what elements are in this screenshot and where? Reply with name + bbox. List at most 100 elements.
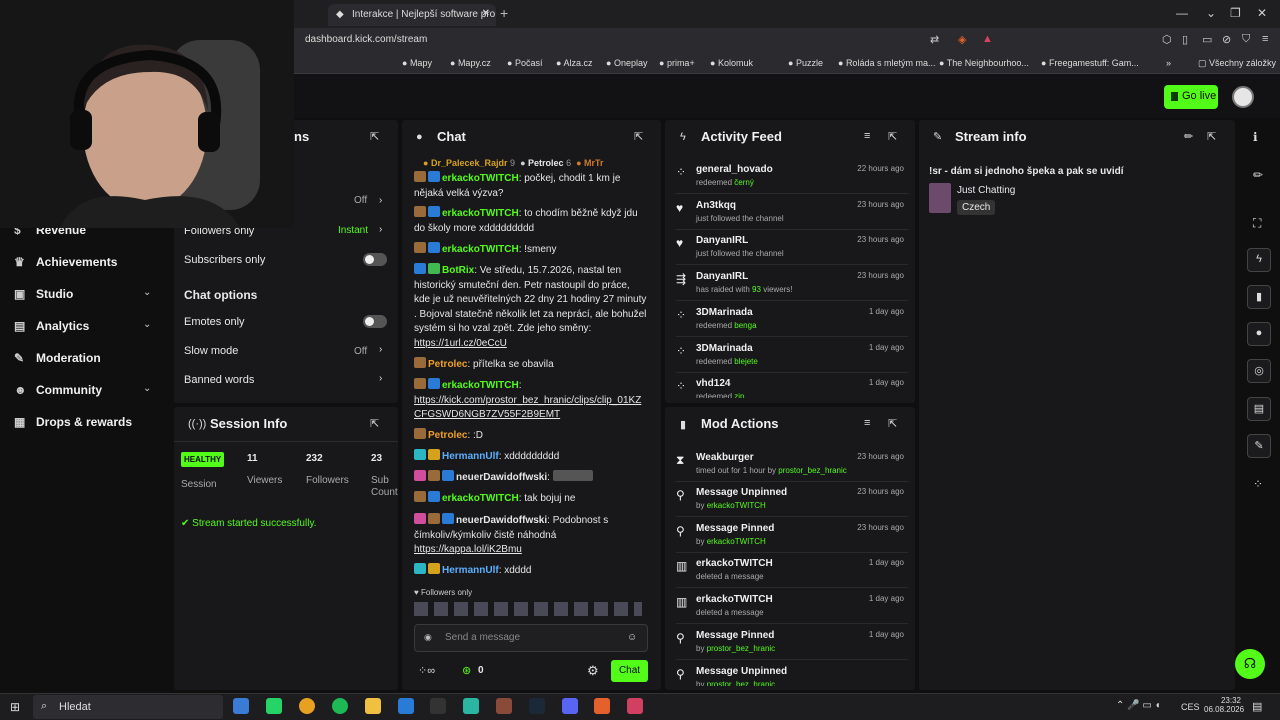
filter-icon[interactable]: ≡ [864, 130, 870, 142]
popout-icon[interactable]: ⇱ [370, 130, 379, 143]
popout-icon[interactable]: ⇱ [888, 417, 897, 430]
chat-username[interactable]: Petrolec [428, 430, 467, 441]
bookmark-item[interactable]: ● The Neighbourhoo... [939, 58, 1029, 68]
chat-link[interactable]: https://1url.cz/0eCcU [414, 338, 507, 349]
file-explorer-icon[interactable] [365, 698, 381, 714]
emotes-only-toggle[interactable] [363, 315, 387, 328]
sidebar-item-moderation[interactable]: ✎ Moderation [14, 351, 101, 365]
taskbar-app-icon[interactable] [430, 698, 446, 714]
bookmark-item[interactable]: ● Freegamestuff: Gam... [1041, 58, 1139, 68]
bookmark-item[interactable]: ● Mapy [402, 58, 432, 68]
bookmarks-overflow-icon[interactable]: » [1166, 58, 1171, 68]
edit-icon[interactable]: ✏ [1253, 168, 1263, 182]
chevron-down-icon[interactable]: ⌄ [143, 287, 151, 298]
taskbar-app-icon[interactable] [496, 698, 512, 714]
windows-start-icon[interactable]: ⊞ [10, 700, 20, 714]
popout-icon[interactable]: ⇱ [1207, 130, 1216, 143]
chat-username[interactable]: HermannUlf [442, 451, 499, 462]
sidebar-item-studio[interactable]: ▣ Studio [14, 287, 73, 301]
maximize-icon[interactable]: ❐ [1230, 6, 1241, 20]
rail-tools-button[interactable]: ✎ [1247, 434, 1271, 458]
popout-icon[interactable]: ⇱ [888, 130, 897, 143]
taskbar-app-icon[interactable] [398, 698, 414, 714]
steam-icon[interactable] [529, 698, 545, 714]
go-live-button[interactable]: Go live [1164, 85, 1218, 109]
settings-gear-icon[interactable]: ⚙ [587, 663, 599, 679]
chat-username[interactable]: erkackoTWITCH [442, 173, 519, 184]
bookmark-item[interactable]: ● Alza.cz [556, 58, 592, 68]
brave-shield-icon[interactable]: ◈ [958, 33, 966, 46]
rail-queue-button[interactable]: ▤ [1247, 397, 1271, 421]
edit-pencil-icon[interactable]: ✏ [1184, 130, 1193, 143]
chevron-right-icon[interactable]: › [379, 224, 382, 235]
chat-link[interactable]: https://kick.com/prostor_bez_hranic/clip… [414, 395, 641, 421]
whatsapp-icon[interactable] [266, 698, 282, 714]
top-chatter[interactable]: MrTr [584, 158, 604, 168]
chat-username[interactable]: Petrolec [428, 359, 467, 370]
top-chatter[interactable]: Petrolec [528, 158, 564, 168]
wallet-icon[interactable]: ▭ [1202, 33, 1212, 46]
new-tab-icon[interactable]: + [500, 5, 508, 21]
spotify-icon[interactable] [332, 698, 348, 714]
chat-link[interactable]: https://kappa.lol/iK2Bmu [414, 544, 522, 555]
emoji-icon[interactable]: ☺ [627, 632, 637, 643]
avatar[interactable] [1232, 86, 1254, 108]
bookmark-item[interactable]: ● Puzzle [788, 58, 823, 68]
popout-icon[interactable]: ⇱ [634, 130, 643, 143]
menu-icon[interactable]: ≡ [1262, 33, 1268, 45]
bookmark-item[interactable]: ● Mapy.cz [450, 58, 491, 68]
bookmark-item[interactable]: ● Kolomuk [710, 58, 753, 68]
rail-chat-button[interactable]: ● [1247, 322, 1271, 346]
shield-icon[interactable]: ⛉ [1242, 33, 1250, 46]
send-chat-button[interactable]: Chat [611, 660, 648, 682]
bookmark-item[interactable]: ● Oneplay [606, 58, 647, 68]
kick-points-icon[interactable]: ⁘∞ [418, 664, 435, 677]
browser-tab[interactable]: ◆ Interakce | Nejlepší software pro vyle✕ [328, 4, 496, 26]
filter-icon[interactable]: ≡ [864, 417, 870, 429]
tray-icons[interactable]: ⌃ 🎤 ▭ ◖ [1116, 700, 1161, 711]
taskbar-app-icon[interactable] [627, 698, 643, 714]
notification-icon[interactable]: ▤ [1252, 700, 1262, 713]
chevron-right-icon[interactable]: › [379, 344, 382, 355]
rewards-icon[interactable]: ▲ [982, 33, 993, 45]
minimize-icon[interactable]: — [1176, 6, 1188, 20]
translate-icon[interactable]: ⇄ [930, 33, 939, 46]
chevron-right-icon[interactable]: › [379, 373, 382, 384]
category-thumbnail[interactable] [929, 183, 951, 213]
emote-bar[interactable] [414, 602, 642, 616]
taskbar-search[interactable]: ⌕ Hledat [33, 695, 223, 719]
url-text[interactable]: dashboard.kick.com/stream [305, 34, 427, 45]
sidebar-item-drops[interactable]: ▦ Drops & rewards [14, 415, 132, 429]
fullscreen-icon[interactable]: ⛶ [1253, 216, 1261, 231]
all-bookmarks[interactable]: ▢ Všechny záložky [1198, 58, 1276, 69]
taskbar-app-icon[interactable] [233, 698, 249, 714]
redeem-icon[interactable]: ⁘ [1253, 477, 1263, 491]
extensions-icon[interactable]: ⬡ [1162, 33, 1172, 46]
rail-broadcast-button[interactable]: ◎ [1247, 359, 1271, 383]
chat-username[interactable]: erkackoTWITCH [442, 208, 519, 219]
chat-username[interactable]: erkackoTWITCH [442, 244, 519, 255]
sidebar-item-community[interactable]: ☻ Community [14, 383, 102, 397]
taskbar-app-icon[interactable] [463, 698, 479, 714]
close-tab-icon[interactable]: ✕ [482, 8, 490, 19]
chat-username[interactable]: erkackoTWITCH [442, 380, 519, 391]
sidebar-item-achievements[interactable]: ♛ Achievements [14, 255, 117, 269]
subscribers-only-toggle[interactable] [363, 253, 387, 266]
clock[interactable]: 23:32 06.08.2026 [1204, 696, 1244, 714]
sidebar-icon[interactable]: ▯ [1182, 33, 1188, 46]
rail-notes-button[interactable]: ▮ [1247, 285, 1271, 309]
discord-icon[interactable] [562, 698, 578, 714]
bookmark-item[interactable]: ● Roláda s mletým ma... [838, 58, 935, 68]
chrome-icon[interactable] [299, 698, 315, 714]
category-name[interactable]: Just Chatting [957, 185, 1015, 196]
chevron-down-icon[interactable]: ⌄ [143, 319, 151, 330]
vpn-icon[interactable]: ⊘ [1222, 33, 1231, 46]
chat-username[interactable]: erkackoTWITCH [442, 493, 519, 504]
rail-activity-button[interactable]: ϟ [1247, 248, 1271, 272]
chat-username[interactable]: neuerDawidoffwski [456, 472, 547, 483]
chat-username[interactable]: BotRix [442, 265, 474, 276]
setting-banned-words[interactable]: Banned words [184, 374, 254, 386]
keyboard-language[interactable]: CES [1181, 702, 1200, 712]
close-window-icon[interactable]: ✕ [1257, 6, 1267, 20]
top-chatter[interactable]: Dr_Palecek_Rajdr [431, 158, 508, 168]
